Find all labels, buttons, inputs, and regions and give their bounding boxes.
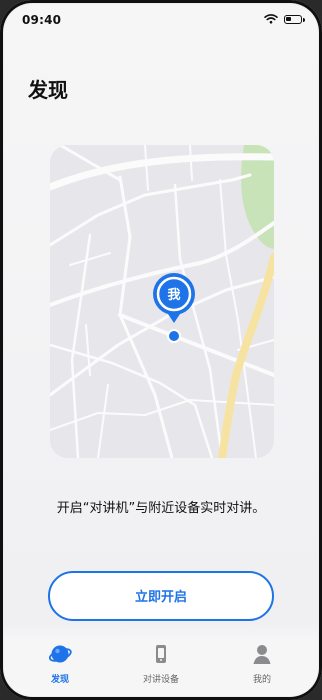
status-time: 09:40: [22, 13, 62, 27]
phone-frame: 09:40 发现 我 开启“对讲机”与附近设备实时对讲。 立即开启 发现 对讲设…: [0, 0, 322, 700]
tab-label-profile: 我的: [252, 675, 271, 685]
tab-profile[interactable]: 我的: [212, 642, 312, 696]
map-card[interactable]: 我: [50, 145, 274, 458]
bottom-tab-bar: 发现 对讲设备 我的: [4, 622, 318, 696]
device-icon: [156, 645, 166, 663]
status-icons: [264, 14, 305, 24]
screen: 09:40 发现 我 开启“对讲机”与附近设备实时对讲。 立即开启 发现 对讲设…: [4, 4, 318, 696]
battery-icon: [284, 14, 305, 24]
description-text: 开启“对讲机”与附近设备实时对讲。: [56, 501, 266, 516]
wifi-icon: [264, 14, 278, 24]
profile-icon: [253, 645, 271, 664]
current-position-dot: [169, 331, 179, 341]
page-title: 发现: [28, 78, 68, 102]
tab-label-discover: 发现: [50, 675, 69, 685]
battery-level: [286, 16, 292, 21]
enable-now-button[interactable]: 立即开启: [48, 571, 274, 621]
map[interactable]: 我: [50, 145, 274, 458]
marker-label: 我: [167, 287, 180, 303]
status-bar: 09:40: [4, 4, 318, 38]
tab-discover[interactable]: 发现: [10, 642, 110, 696]
tab-label-devices: 对讲设备: [142, 675, 179, 685]
discover-icon: [48, 645, 72, 663]
tab-devices[interactable]: 对讲设备: [111, 642, 211, 696]
